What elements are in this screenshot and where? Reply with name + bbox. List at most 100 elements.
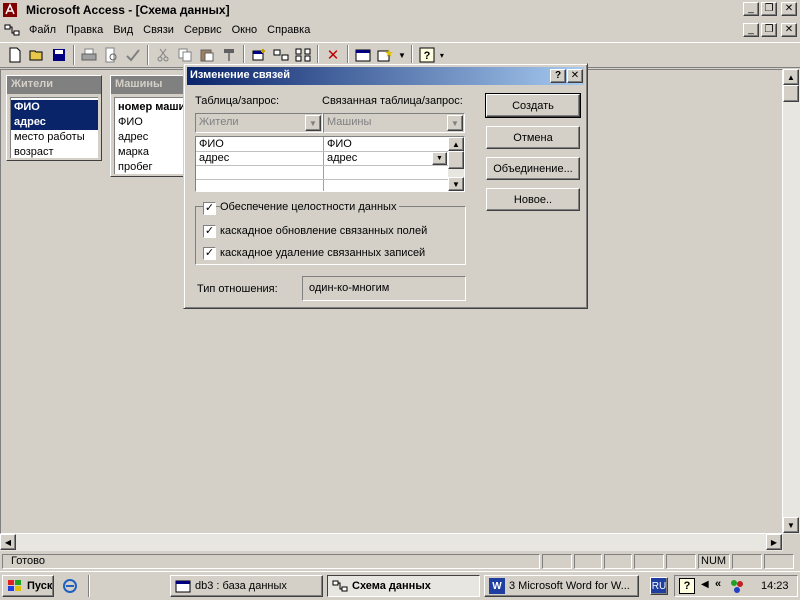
field-item[interactable]: возраст	[11, 145, 98, 160]
grid-cell[interactable]: ФИО	[196, 137, 323, 151]
status-panel	[574, 554, 602, 569]
print-icon[interactable]	[78, 44, 100, 66]
create-button[interactable]: Создать	[485, 93, 581, 118]
grid-cell[interactable]: адрес	[324, 151, 448, 165]
related-table-combo[interactable]: Машины ▼	[323, 113, 465, 133]
menu-file[interactable]: Файл	[24, 24, 61, 36]
dialog-title: Изменение связей	[190, 69, 291, 81]
access-key-icon	[2, 2, 18, 18]
start-label: Пуск	[27, 580, 53, 592]
field-item[interactable]: пробег	[115, 160, 186, 175]
ie-quicklaunch-icon[interactable]	[60, 576, 80, 596]
table-combo[interactable]: Жители ▼	[195, 113, 323, 133]
app-title-bar[interactable]: Microsoft Access - [Схема данных]	[0, 0, 800, 19]
dropdown-arrow-icon[interactable]: ▾	[440, 51, 444, 60]
app-close-button[interactable]: ✕	[781, 2, 797, 16]
dialog-title-bar[interactable]: Изменение связей	[187, 67, 584, 85]
network-tray-icon[interactable]	[729, 578, 745, 594]
field-item[interactable]: ФИО	[11, 100, 98, 115]
print-preview-icon[interactable]	[100, 44, 122, 66]
cascade-delete-checkbox[interactable]: ✓	[203, 247, 216, 260]
chevron-down-icon[interactable]: ▼	[305, 115, 321, 131]
doc-minimize-button[interactable]: _	[743, 23, 759, 37]
field-item[interactable]: адрес	[115, 130, 186, 145]
join-type-button[interactable]: Объединение...	[486, 157, 580, 180]
table-box-residents[interactable]: Жители ФИО адрес место работы возраст	[6, 75, 102, 161]
field-list[interactable]: номер машины ФИО адрес марка пробег	[114, 97, 186, 174]
language-indicator[interactable]: RU	[650, 577, 668, 595]
scroll-corner	[783, 534, 800, 551]
scroll-left-arrow-icon[interactable]: ◀	[0, 534, 16, 550]
cell-dropdown-arrow-icon[interactable]: ▼	[432, 152, 447, 165]
cancel-button[interactable]: Отмена	[486, 126, 580, 149]
table-box-cars[interactable]: Машины номер машины ФИО адрес марка проб…	[110, 75, 190, 177]
toolbar-separator	[347, 45, 349, 65]
grid-cell[interactable]: адрес	[196, 151, 323, 165]
cut-icon[interactable]	[152, 44, 174, 66]
table-box-title[interactable]: Жители	[7, 76, 101, 94]
vertical-scrollbar[interactable]	[783, 69, 800, 534]
doc-restore-button[interactable]: ❐	[761, 23, 777, 37]
new-relationship-button[interactable]: Новое..	[486, 188, 580, 211]
app-title: Microsoft Access - [Схема данных]	[26, 2, 230, 17]
field-list[interactable]: ФИО адрес место работы возраст	[10, 97, 98, 158]
table-box-title[interactable]: Машины	[111, 76, 189, 94]
menu-tools[interactable]: Сервис	[179, 24, 227, 36]
menu-view[interactable]: Вид	[108, 24, 138, 36]
taskbar-separator	[88, 575, 90, 597]
task-relationships[interactable]: Схема данных	[327, 575, 480, 597]
doc-close-button[interactable]: ✕	[781, 23, 797, 37]
start-button[interactable]: Пуск	[2, 575, 54, 597]
spelling-icon[interactable]	[122, 44, 144, 66]
menu-bar: Файл Правка Вид Связи Сервис Окно Справк…	[0, 20, 800, 40]
app-minimize-button[interactable]: _	[743, 2, 759, 16]
chevron-down-icon[interactable]: ▼	[447, 115, 463, 131]
menu-edit[interactable]: Правка	[61, 24, 108, 36]
status-panel	[542, 554, 572, 569]
integrity-checkbox[interactable]: ✓	[203, 202, 216, 215]
dialog-help-button[interactable]: ?	[550, 69, 566, 83]
new-icon[interactable]	[4, 44, 26, 66]
toolbar-separator	[243, 45, 245, 65]
field-item[interactable]: место работы	[11, 130, 98, 145]
fields-grid[interactable]: ФИО ФИО адрес адрес ▼ ▲ ▼	[195, 136, 465, 192]
grid-scroll-thumb[interactable]	[448, 151, 464, 169]
status-panel	[604, 554, 632, 569]
dialog-close-button[interactable]: ✕	[567, 69, 583, 83]
menu-help[interactable]: Справка	[262, 24, 315, 36]
vertical-scroll-thumb[interactable]	[783, 85, 799, 102]
scroll-up-arrow-icon[interactable]: ▲	[783, 69, 799, 85]
volume-icon[interactable]: ◀	[701, 579, 709, 590]
cascade-delete-label[interactable]: каскадное удаление связанных записей	[220, 247, 425, 259]
cascade-update-checkbox[interactable]: ✓	[203, 225, 216, 238]
cascade-update-label[interactable]: каскадное обновление связанных полей	[220, 225, 427, 237]
grid-cell[interactable]: ФИО	[324, 137, 448, 151]
integrity-label[interactable]: Обеспечение целостности данных	[220, 201, 400, 213]
scroll-down-arrow-icon[interactable]: ▼	[448, 177, 464, 191]
relationships-icon[interactable]	[4, 22, 20, 38]
save-icon[interactable]	[48, 44, 70, 66]
scroll-right-arrow-icon[interactable]: ▶	[766, 534, 782, 550]
app-restore-button[interactable]: ❐	[761, 2, 777, 16]
task-db3[interactable]: db3 : база данных	[170, 575, 323, 597]
open-icon[interactable]	[26, 44, 48, 66]
field-item[interactable]: номер машины	[115, 100, 186, 115]
dropdown-arrow-icon[interactable]: ▼	[398, 51, 406, 60]
tray-expand-icon[interactable]: «	[715, 578, 721, 590]
field-item[interactable]: ФИО	[115, 115, 186, 130]
scroll-up-arrow-icon[interactable]: ▲	[448, 137, 464, 151]
task-word[interactable]: W 3 Microsoft Word for W...	[484, 575, 639, 597]
toolbar-separator	[317, 45, 319, 65]
menu-window[interactable]: Окно	[227, 24, 263, 36]
toolbar-separator	[147, 45, 149, 65]
relation-type-value: один-ко-многим	[309, 282, 390, 294]
field-item[interactable]: адрес	[11, 115, 98, 130]
help-tray-icon[interactable]: ?	[679, 578, 695, 594]
field-item[interactable]: марка	[115, 145, 186, 160]
scroll-down-arrow-icon[interactable]: ▼	[783, 517, 799, 533]
horizontal-scrollbar[interactable]	[0, 534, 783, 551]
windows-logo-icon	[7, 578, 23, 594]
grid-row-line	[196, 165, 448, 166]
menu-relationships[interactable]: Связи	[138, 24, 179, 36]
task-label: db3 : база данных	[195, 580, 287, 592]
